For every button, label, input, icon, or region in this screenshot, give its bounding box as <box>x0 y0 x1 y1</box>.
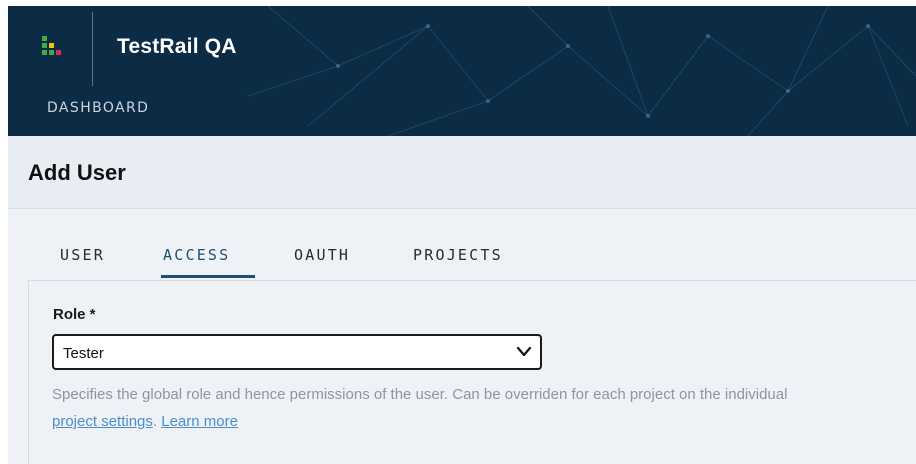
learn-more-link[interactable]: Learn more <box>161 413 238 430</box>
role-select[interactable]: Tester <box>52 334 542 370</box>
app-title[interactable]: TestRail QA <box>117 35 237 59</box>
active-tab-indicator <box>161 275 255 278</box>
tab-access[interactable]: ACCESS <box>163 246 230 264</box>
app-header: TestRail QA DASHBOARD <box>8 6 916 136</box>
role-help-description: Specifies the global role and hence perm… <box>52 386 788 403</box>
testrail-logo-icon[interactable] <box>38 34 70 66</box>
page-title-band: Add User <box>8 136 916 209</box>
role-label: Role * <box>53 306 96 323</box>
project-settings-link[interactable]: project settings <box>52 413 153 430</box>
tab-bar: USER ACCESS OAUTH PROJECTS <box>8 209 916 281</box>
tab-projects[interactable]: PROJECTS <box>413 246 503 264</box>
header-divider <box>92 12 93 86</box>
chevron-down-icon <box>516 346 532 357</box>
page-title: Add User <box>28 160 126 185</box>
tab-user[interactable]: USER <box>60 246 105 264</box>
help-separator: . <box>152 413 162 430</box>
nav-dashboard-link[interactable]: DASHBOARD <box>47 100 149 116</box>
content-area: USER ACCESS OAUTH PROJECTS Role * Tester… <box>8 209 916 464</box>
role-select-value: Tester <box>63 345 104 362</box>
role-help-text: Specifies the global role and hence perm… <box>52 381 812 435</box>
app-window: TestRail QA DASHBOARD Add User USER ACCE… <box>0 0 916 464</box>
header-network-pattern <box>247 6 916 136</box>
tab-oauth[interactable]: OAUTH <box>294 246 350 264</box>
access-panel: Role * Tester Specifies the global role … <box>28 280 916 464</box>
